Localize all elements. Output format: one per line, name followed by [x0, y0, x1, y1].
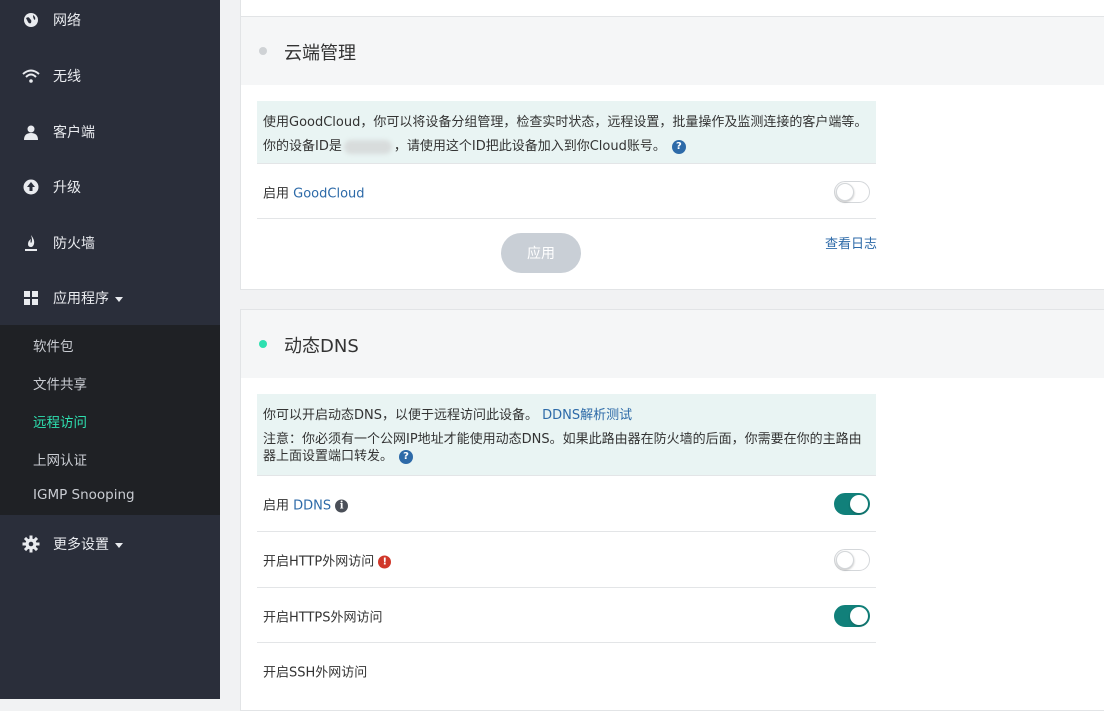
- ssh-access-row: 开启SSH外网访问: [257, 642, 876, 698]
- card-title: 动态DNS: [284, 336, 359, 357]
- toggle-knob: [850, 606, 868, 625]
- previous-card-bottom: [240, 0, 1104, 17]
- toggle-knob: [850, 494, 868, 513]
- info-text: 你可以开启动态DNS，以便于远程访问此设备。 DDNS解析测试: [263, 404, 632, 423]
- setting-label: 开启SSH外网访问: [263, 665, 368, 680]
- info-text: 使用GoodCloud，你可以将设备分组管理，检查实时状态，远程设置，批量操作及…: [263, 115, 868, 130]
- gear-icon: [22, 535, 40, 553]
- ddns-test-link[interactable]: DDNS解析测试: [542, 408, 632, 423]
- card-header: 云端管理: [241, 17, 1104, 85]
- sidebar-item-wireless[interactable]: 无线: [0, 56, 220, 96]
- sidebar-item-clients[interactable]: 客户端: [0, 112, 220, 152]
- wifi-icon: [22, 67, 40, 85]
- submenu-item-remote-access[interactable]: 远程访问: [33, 411, 87, 431]
- sidebar-item-network[interactable]: 网络: [0, 0, 220, 40]
- main-content: 云端管理 使用GoodCloud，你可以将设备分组管理，检查实时状态，远程设置，…: [220, 0, 1104, 711]
- http-access-row: 开启HTTP外网访问!: [257, 531, 876, 587]
- ddns-enable-row: 启用 DDNS i: [257, 475, 876, 531]
- sidebar-item-label: 升级: [53, 180, 81, 196]
- toggle-knob: [836, 182, 854, 201]
- fire-icon: [22, 234, 40, 252]
- upgrade-icon: [22, 178, 40, 196]
- info-icon[interactable]: i: [335, 499, 349, 512]
- info-text: 器上面设置端口转发。?: [263, 445, 414, 464]
- goodcloud-link[interactable]: GoodCloud: [293, 186, 364, 201]
- user-icon: [22, 123, 40, 141]
- caret-down-icon: [115, 296, 123, 302]
- sidebar-item-upgrade[interactable]: 升级: [0, 167, 220, 207]
- info-text-prefix: 你的设备ID是: [263, 139, 342, 154]
- http-access-toggle[interactable]: [834, 548, 870, 571]
- card-header: 动态DNS: [241, 310, 1104, 378]
- sidebar: 网络 无线 客户端 升级 防火墙 应用程序 软件包 文件共享 远程访问 上网认证: [0, 0, 220, 699]
- ddns-toggle[interactable]: [834, 492, 870, 515]
- help-icon[interactable]: ?: [671, 139, 686, 154]
- setting-label: 开启HTTPS外网访问: [263, 610, 383, 625]
- status-dot-icon: [259, 340, 267, 348]
- info-text-suffix: ，请使用这个ID把此设备加入到你Cloud账号。: [393, 139, 666, 154]
- sidebar-item-label: 客户端: [53, 125, 95, 141]
- info-text-main: 你可以开启动态DNS，以便于远程访问此设备。: [263, 408, 538, 423]
- https-access-toggle[interactable]: [834, 604, 870, 627]
- ddns-card: 动态DNS 你可以开启动态DNS，以便于远程访问此设备。 DDNS解析测试 注意…: [240, 309, 1104, 711]
- goodcloud-setting-row: 启用 GoodCloud: [257, 163, 876, 219]
- sidebar-item-label: 防火墙: [53, 236, 95, 252]
- help-icon[interactable]: ?: [399, 449, 414, 464]
- sidebar-item-applications[interactable]: 应用程序: [0, 278, 220, 318]
- setting-label-text: 启用: [263, 498, 294, 513]
- goodcloud-toggle[interactable]: [834, 180, 870, 203]
- apply-button[interactable]: 应用: [501, 233, 581, 273]
- applications-submenu: 软件包 文件共享 远程访问 上网认证 IGMP Snooping: [0, 325, 220, 515]
- cloud-management-card: 云端管理 使用GoodCloud，你可以将设备分组管理，检查实时状态，远程设置，…: [240, 16, 1104, 290]
- divider: [257, 218, 876, 220]
- redacted-device-id: [343, 139, 392, 154]
- caret-down-icon: [115, 542, 123, 548]
- setting-label-text: 启用: [263, 186, 294, 201]
- warning-icon[interactable]: !: [378, 555, 392, 568]
- info-text: 你的设备ID是 ，请使用这个ID把此设备加入到你Cloud账号。?: [263, 135, 686, 154]
- sidebar-item-label-text: 更多设置: [53, 537, 109, 553]
- sidebar-item-label: 网络: [53, 13, 81, 29]
- status-dot-icon: [259, 47, 267, 55]
- setting-label-text: 开启HTTP外网访问: [263, 554, 375, 569]
- sidebar-item-label-text: 应用程序: [53, 291, 109, 307]
- setting-label: 启用 GoodCloud: [263, 182, 365, 201]
- ddns-link[interactable]: DDNS: [293, 498, 331, 513]
- https-access-row: 开启HTTPS外网访问: [257, 587, 876, 643]
- sidebar-item-label: 应用程序: [53, 288, 123, 308]
- info-text-main: 器上面设置端口转发。: [263, 449, 394, 464]
- submenu-item-packages[interactable]: 软件包: [33, 335, 74, 355]
- globe-icon: [22, 11, 40, 29]
- submenu-item-file-sharing[interactable]: 文件共享: [33, 373, 87, 393]
- info-box: 你可以开启动态DNS，以便于远程访问此设备。 DDNS解析测试 注意：你必须有一…: [257, 394, 876, 475]
- setting-label: 开启HTTP外网访问!: [263, 550, 392, 569]
- setting-label: 启用 DDNS i: [263, 494, 349, 513]
- sidebar-item-label: 无线: [53, 69, 81, 85]
- info-box: 使用GoodCloud，你可以将设备分组管理，检查实时状态，远程设置，批量操作及…: [257, 101, 876, 163]
- card-title: 云端管理: [284, 43, 356, 64]
- apps-grid-icon: [22, 289, 40, 307]
- submenu-item-portal[interactable]: 上网认证: [33, 449, 87, 469]
- sidebar-item-more-settings[interactable]: 更多设置: [0, 524, 220, 564]
- sidebar-item-label: 更多设置: [53, 534, 123, 554]
- view-log-link[interactable]: 查看日志: [825, 233, 877, 252]
- toggle-knob: [836, 550, 854, 569]
- sidebar-item-firewall[interactable]: 防火墙: [0, 223, 220, 263]
- submenu-item-igmp-snooping[interactable]: IGMP Snooping: [33, 487, 135, 503]
